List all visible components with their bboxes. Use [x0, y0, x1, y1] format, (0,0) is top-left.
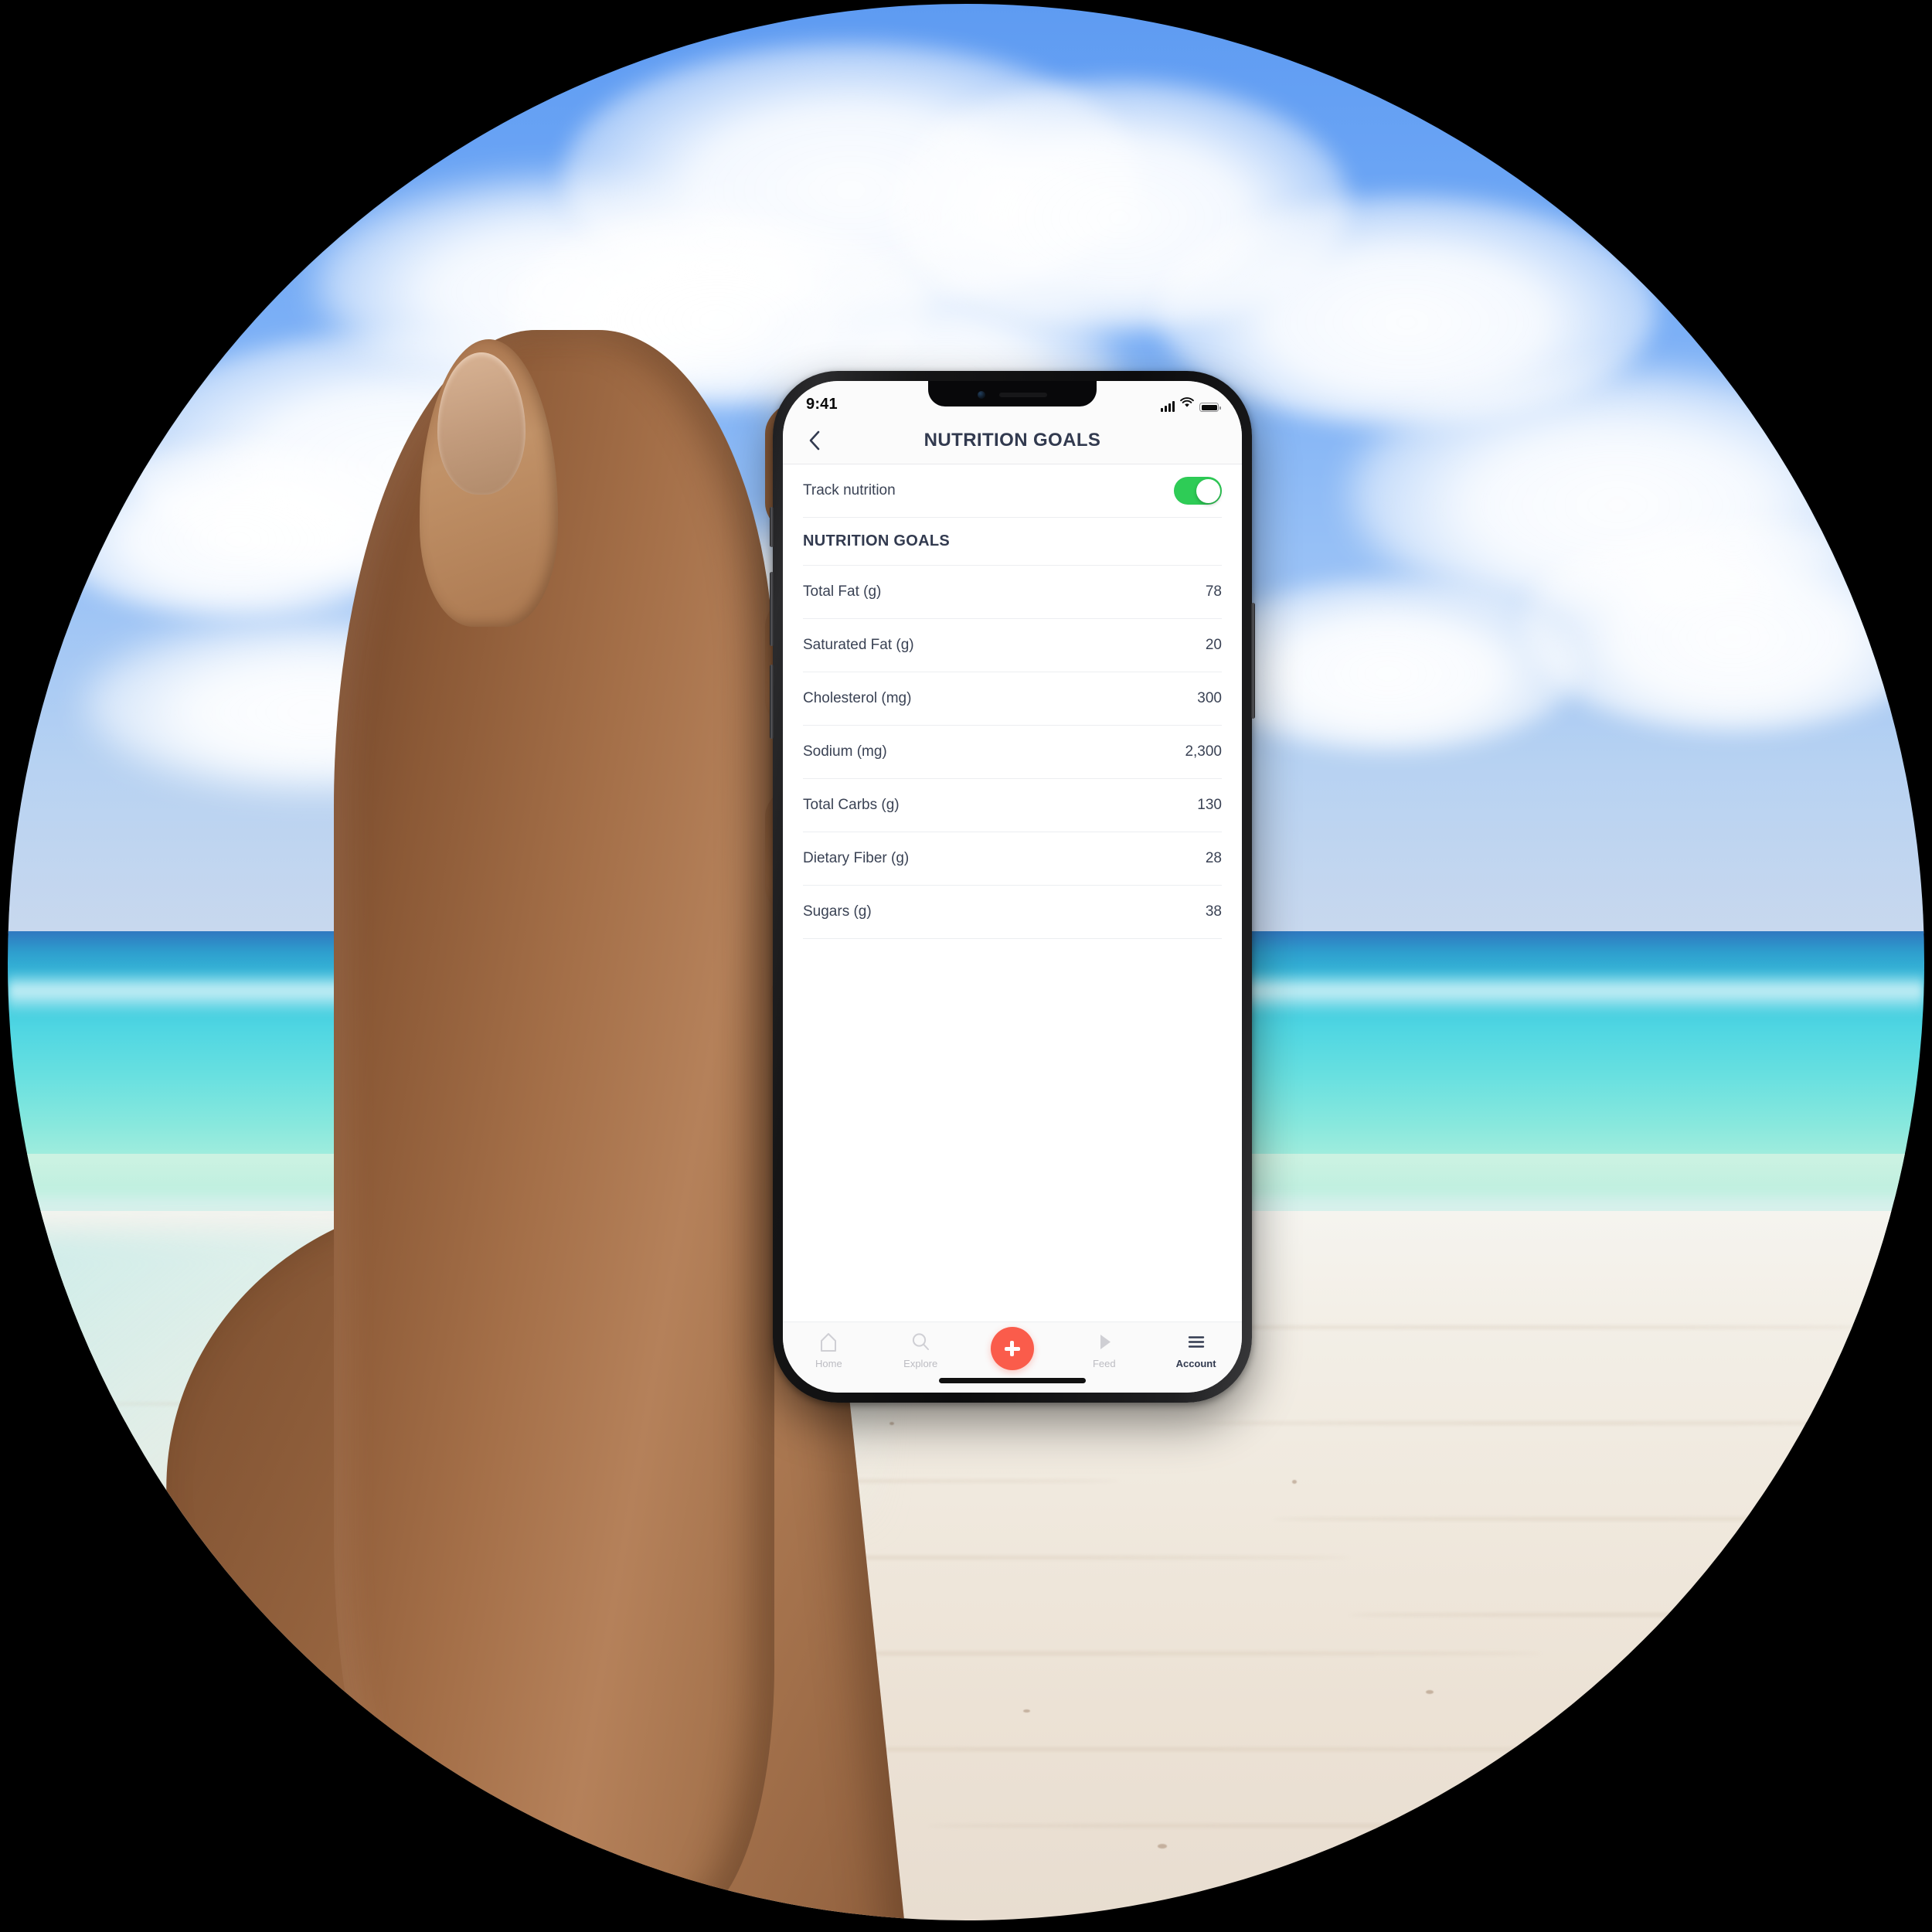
phone-screen: 9:41 NUTRITION GOALS Track nutrition NUT…: [783, 381, 1242, 1393]
goal-value: 28: [1205, 850, 1222, 866]
signal-bars-icon: [1161, 401, 1175, 412]
section-header: NUTRITION GOALS: [803, 518, 1222, 566]
smartphone-device: 9:41 NUTRITION GOALS Track nutrition NUT…: [770, 371, 1255, 1403]
home-icon: [821, 1333, 837, 1352]
wifi-icon: [1180, 397, 1194, 412]
goal-value: 130: [1197, 797, 1222, 813]
tab-feed[interactable]: Feed: [1058, 1332, 1150, 1369]
navigation-bar: NUTRITION GOALS: [783, 417, 1242, 464]
display-notch: [928, 381, 1097, 406]
status-bar-clock: 9:41: [806, 396, 838, 413]
chevron-left-icon: [809, 430, 820, 450]
table-row[interactable]: Dietary Fiber (g) 28: [803, 832, 1222, 886]
volume-up-button[interactable]: [770, 572, 774, 646]
goal-label: Sodium (mg): [803, 743, 887, 760]
goal-label: Total Fat (g): [803, 583, 882, 600]
track-nutrition-label: Track nutrition: [803, 482, 896, 498]
table-row[interactable]: Sodium (mg) 2,300: [803, 726, 1222, 779]
track-nutrition-toggle[interactable]: [1174, 477, 1222, 505]
tab-add[interactable]: [967, 1327, 1059, 1376]
tab-label: Feed: [1092, 1358, 1116, 1369]
table-row[interactable]: Cholesterol (mg) 300: [803, 672, 1222, 726]
goal-value: 2,300: [1185, 743, 1222, 760]
thumbnail: [437, 352, 526, 495]
volume-down-button[interactable]: [770, 665, 774, 739]
front-camera-icon: [978, 391, 985, 399]
search-icon: [913, 1333, 930, 1350]
battery-full-icon: [1199, 403, 1221, 412]
table-row[interactable]: Sugars (g) 38: [803, 886, 1222, 939]
back-button[interactable]: [803, 429, 826, 452]
goal-label: Saturated Fat (g): [803, 637, 914, 653]
earpiece-speaker: [999, 393, 1047, 397]
tab-label: Account: [1175, 1358, 1216, 1369]
goal-label: Total Carbs (g): [803, 797, 900, 813]
goal-value: 20: [1205, 637, 1222, 653]
goal-value: 38: [1205, 903, 1222, 920]
tab-label: Explore: [903, 1358, 938, 1369]
goal-label: Cholesterol (mg): [803, 690, 912, 706]
track-nutrition-row[interactable]: Track nutrition: [803, 464, 1222, 518]
settings-list[interactable]: Track nutrition NUTRITION GOALS Total Fa…: [783, 464, 1242, 1321]
toggle-knob: [1196, 478, 1220, 503]
goal-value: 78: [1205, 583, 1222, 600]
hamburger-menu-icon: [1188, 1336, 1204, 1348]
mute-switch[interactable]: [770, 507, 774, 547]
table-row[interactable]: Total Carbs (g) 130: [803, 779, 1222, 832]
goal-label: Sugars (g): [803, 903, 872, 920]
palm: [333, 329, 774, 1920]
home-indicator[interactable]: [939, 1378, 1086, 1383]
tab-explore[interactable]: Explore: [875, 1332, 967, 1369]
page-title: NUTRITION GOALS: [923, 429, 1101, 451]
goal-label: Dietary Fiber (g): [803, 850, 910, 866]
tab-home[interactable]: Home: [783, 1332, 875, 1369]
plus-icon: [1004, 1340, 1021, 1357]
play-icon: [1100, 1335, 1111, 1349]
table-row[interactable]: Total Fat (g) 78: [803, 566, 1222, 619]
add-button[interactable]: [990, 1327, 1034, 1370]
tab-label: Home: [815, 1358, 842, 1369]
goal-value: 300: [1197, 690, 1222, 706]
tab-account[interactable]: Account: [1150, 1332, 1242, 1369]
table-row[interactable]: Saturated Fat (g) 20: [803, 619, 1222, 672]
power-button[interactable]: [1251, 603, 1255, 719]
